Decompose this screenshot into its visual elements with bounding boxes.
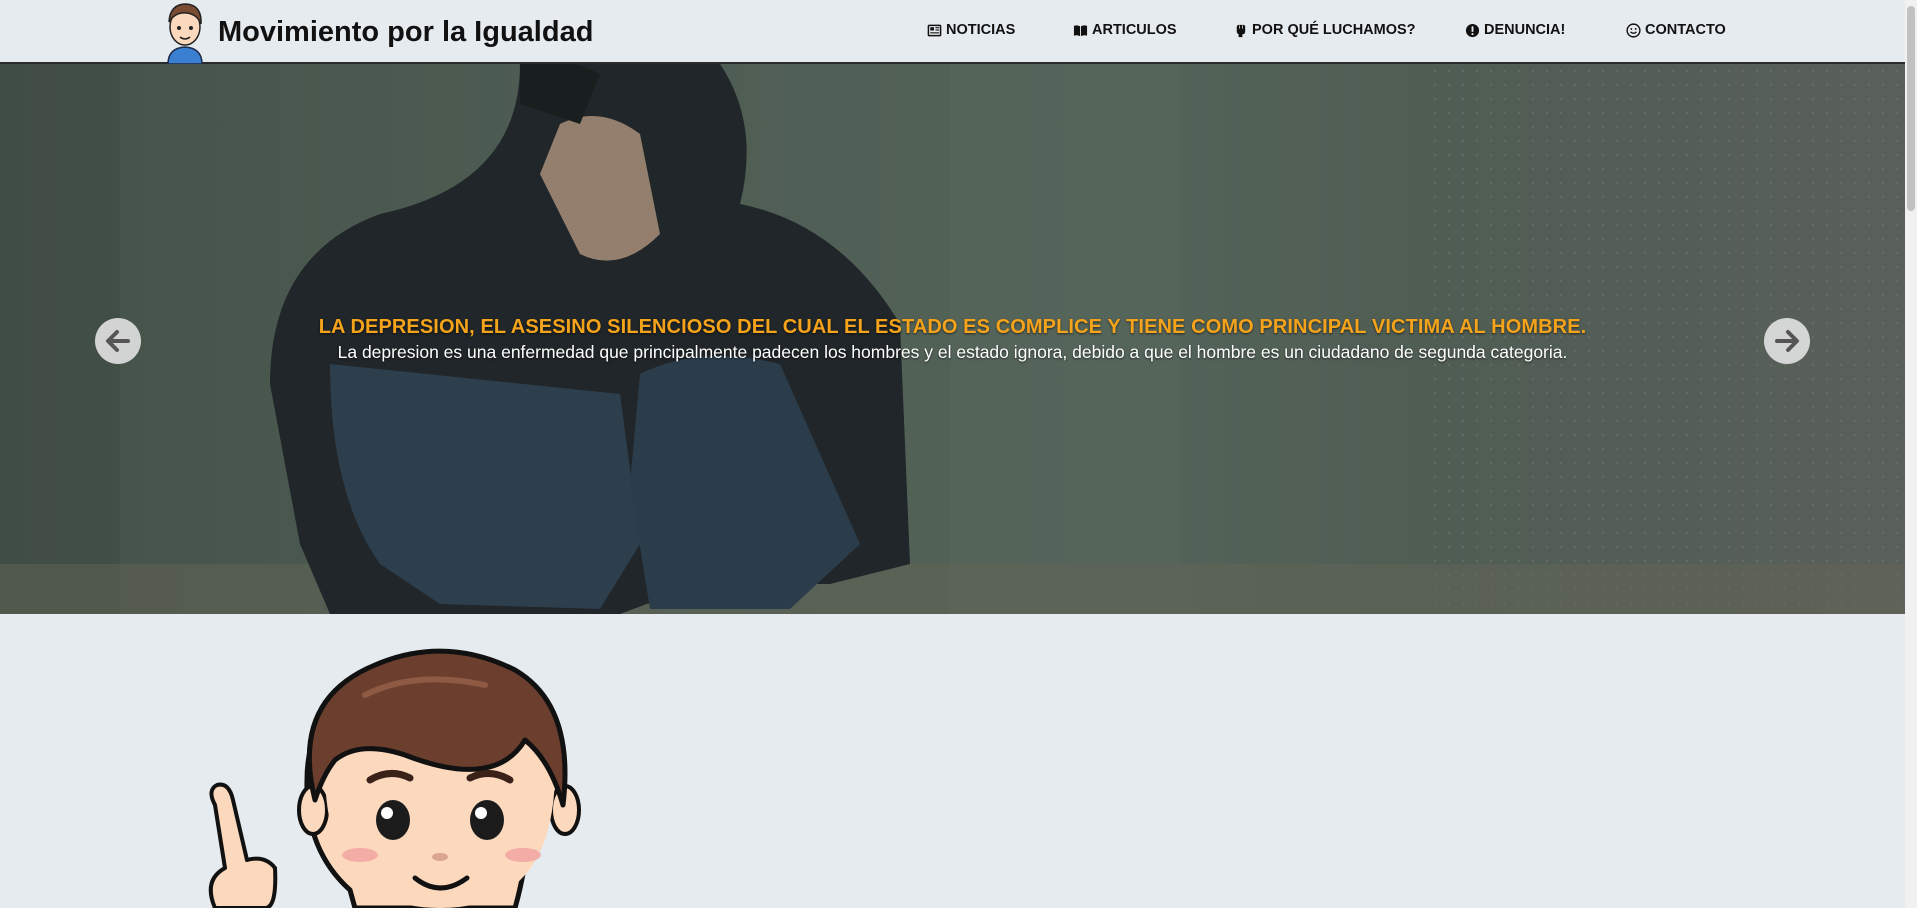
mascot-illustration bbox=[208, 648, 581, 908]
book-open-icon bbox=[1073, 24, 1088, 36]
nav-item-label: CONTACTO bbox=[1645, 22, 1726, 38]
nav-item-label: NOTICIAS bbox=[946, 22, 1016, 38]
nav-item-contacto[interactable]: CONTACTO bbox=[1626, 22, 1726, 38]
page-scrollbar[interactable] bbox=[1905, 0, 1917, 908]
nav-item-label: POR QUÉ LUCHAMOS? bbox=[1252, 22, 1416, 38]
hero-caption: LA DEPRESION, EL ASESINO SILENCIOSO DEL … bbox=[0, 316, 1905, 363]
newspaper-icon bbox=[927, 24, 942, 36]
nav-item-label: DENUNCIA! bbox=[1484, 22, 1566, 38]
smile-icon bbox=[1626, 22, 1641, 38]
nav-item-por-que-luchamos[interactable]: POR QUÉ LUCHAMOS? bbox=[1233, 22, 1416, 38]
site-title: Movimiento por la Igualdad bbox=[218, 15, 594, 48]
arrow-right-icon bbox=[1775, 330, 1799, 352]
exclamation-circle-icon bbox=[1465, 23, 1480, 37]
arrow-left-icon bbox=[106, 330, 130, 352]
nav-item-label: ARTICULOS bbox=[1092, 22, 1177, 38]
nav-item-denuncia[interactable]: DENUNCIA! bbox=[1465, 22, 1565, 38]
carousel-prev-button[interactable] bbox=[95, 318, 141, 364]
nav-item-noticias[interactable]: NOTICIAS bbox=[927, 22, 1015, 38]
mascot-logo-icon bbox=[167, 3, 203, 64]
site-header: Movimiento por la Igualdad NOTICIAS ARTI… bbox=[0, 0, 1905, 64]
carousel-next-button[interactable] bbox=[1764, 318, 1810, 364]
hero-title: LA DEPRESION, EL ASESINO SILENCIOSO DEL … bbox=[318, 316, 1587, 338]
fist-icon bbox=[1236, 24, 1246, 37]
hero-carousel: LA DEPRESION, EL ASESINO SILENCIOSO DEL … bbox=[0, 64, 1905, 614]
scrollbar-thumb[interactable] bbox=[1907, 6, 1915, 211]
nav-item-articulos[interactable]: ARTICULOS bbox=[1073, 22, 1177, 38]
hero-text: La depresion es una enfermedad que princ… bbox=[337, 342, 1568, 362]
brand[interactable]: Movimiento por la Igualdad bbox=[160, 0, 593, 64]
